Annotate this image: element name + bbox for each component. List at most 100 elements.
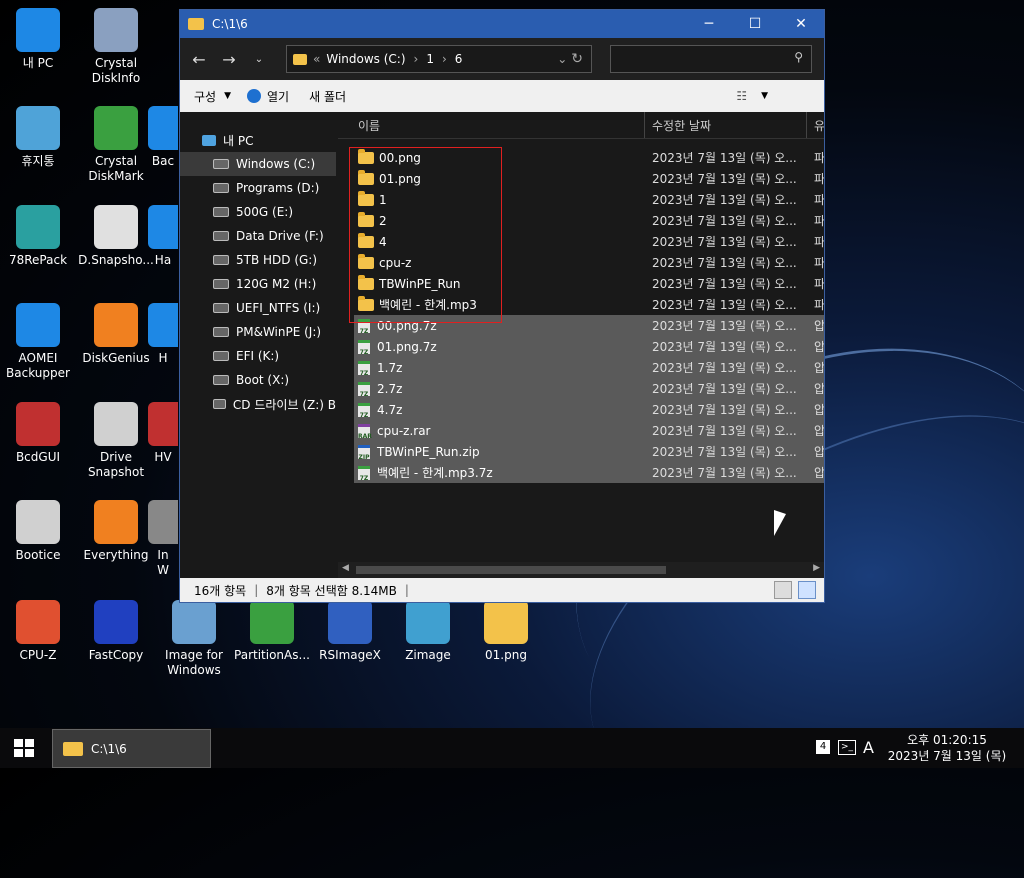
recent-dropdown-button[interactable]: ⌄ (244, 54, 274, 65)
desktop-icon[interactable]: 내 PC (0, 8, 76, 71)
desktop-icon[interactable]: Everything (78, 500, 154, 563)
file-row[interactable]: 7Z 4.7z 2023년 7월 13일 (목) 오... 압 (354, 399, 824, 420)
desktop-icon-label: 78RePack (8, 253, 68, 267)
app-icon (484, 600, 528, 644)
drive-icon (213, 327, 229, 337)
address-bar[interactable]: « Windows (C:) › 1 › 6 ⌄ ↻ (286, 45, 592, 73)
desktop-icon[interactable]: DiskGenius (78, 303, 154, 366)
console-icon[interactable]: >_ (838, 740, 856, 755)
desktop-icon[interactable]: Bootice (0, 500, 76, 563)
desktop-icon[interactable]: Drive Snapshot (78, 402, 154, 480)
open-button[interactable]: 열기 (267, 88, 289, 105)
refresh-icon[interactable]: ↻ (571, 51, 583, 67)
tray-badge[interactable]: 4 (816, 740, 830, 754)
column-date[interactable]: 수정한 날짜 (652, 117, 711, 134)
breadcrumb-drive[interactable]: Windows (C:) (326, 52, 405, 66)
file-row[interactable]: 7Z 2.7z 2023년 7월 13일 (목) 오... 압 (354, 378, 824, 399)
minimize-button[interactable]: ─ (686, 10, 732, 38)
search-input[interactable]: ⚲ (610, 45, 812, 73)
desktop-icon-label: DiskGenius (82, 351, 150, 365)
nav-item[interactable]: Programs (D:) (180, 176, 336, 200)
desktop-icon-label: Image for Windows (165, 648, 223, 677)
address-dropdown-icon[interactable]: ⌄ (557, 52, 567, 66)
file-row[interactable]: 7Z 백예린 - 한계.mp3.7z 2023년 7월 13일 (목) 오... 압 (354, 462, 824, 483)
column-type[interactable]: 유 (814, 117, 824, 134)
file-row[interactable]: RAR cpu-z.rar 2023년 7월 13일 (목) 오... 압 (354, 420, 824, 441)
file-type: 파 (814, 214, 824, 228)
desktop-icon[interactable]: BcdGUI (0, 402, 76, 465)
drive-icon (213, 207, 229, 217)
desktop-icon[interactable]: 78RePack (0, 205, 76, 268)
desktop-icon[interactable]: CPU-Z (0, 600, 76, 663)
mouse-cursor-icon (774, 510, 786, 536)
file-row[interactable]: 7Z 01.png.7z 2023년 7월 13일 (목) 오... 압 (354, 336, 824, 357)
desktop-icon[interactable]: PartitionAs... (234, 600, 310, 663)
desktop-icon[interactable]: H (148, 303, 178, 366)
file-row[interactable]: ZIP TBWinPE_Run.zip 2023년 7월 13일 (목) 오... 압 (354, 441, 824, 462)
start-windows-icon[interactable] (14, 739, 34, 757)
desktop-icon[interactable]: Ha (148, 205, 178, 268)
nav-item[interactable]: PM&WinPE (J:) (180, 320, 336, 344)
view-dropdown-icon[interactable]: ▼ (761, 91, 768, 101)
nav-item[interactable]: 내 PC (180, 128, 336, 152)
scrollbar-thumb[interactable] (356, 566, 666, 574)
desktop-icon-label: AOMEI Backupper (6, 351, 70, 380)
desktop-icon[interactable]: In W (148, 500, 178, 578)
new-folder-button[interactable]: 새 폴더 (309, 88, 346, 105)
nav-item[interactable]: 5TB HDD (G:) (180, 248, 336, 272)
desktop-icon[interactable]: HV (148, 402, 178, 465)
nav-item[interactable]: Boot (X:) (180, 368, 336, 392)
nav-item[interactable]: 500G (E:) (180, 200, 336, 224)
app-icon (94, 303, 138, 347)
file-date: 2023년 7월 13일 (목) 오... (652, 298, 797, 312)
desktop-icon[interactable]: RSImageX (312, 600, 388, 663)
desktop-icon[interactable]: D.Snapsho... (78, 205, 154, 268)
maximize-button[interactable]: ☐ (732, 10, 778, 38)
horizontal-scrollbar[interactable]: ◀ ▶ (338, 562, 824, 578)
desktop-icon[interactable]: Bac (148, 106, 178, 169)
nav-item[interactable]: Data Drive (F:) (180, 224, 336, 248)
organize-button[interactable]: 구성 (194, 88, 216, 105)
details-view-icon[interactable] (774, 581, 792, 599)
desktop-icon[interactable]: 휴지통 (0, 106, 76, 169)
desktop-icon[interactable]: AOMEI Backupper (0, 303, 76, 381)
close-button[interactable]: ✕ (778, 10, 824, 38)
desktop-icon[interactable]: 01.png (468, 600, 544, 663)
nav-item[interactable]: UEFI_NTFS (I:) (180, 296, 336, 320)
desktop-icon[interactable]: Crystal DiskInfo (78, 8, 154, 86)
nav-item[interactable]: 120G M2 (H:) (180, 272, 336, 296)
taskbar-explorer-button[interactable]: C:\1\6 (52, 729, 211, 768)
file-row[interactable]: 7Z 1.7z 2023년 7월 13일 (목) 오... 압 (354, 357, 824, 378)
desktop-icon[interactable]: Crystal DiskMark (78, 106, 154, 184)
nav-item[interactable]: Windows (C:) (180, 152, 336, 176)
file-date: 2023년 7월 13일 (목) 오... (652, 172, 797, 186)
ime-indicator[interactable]: A (863, 738, 874, 757)
file-date: 2023년 7월 13일 (목) 오... (652, 256, 797, 270)
scroll-left-icon[interactable]: ◀ (342, 563, 349, 573)
desktop-icon[interactable]: Zimage (390, 600, 466, 663)
clock[interactable]: 오후 01:20:15 2023년 7월 13일 (목) (884, 732, 1010, 764)
folder-icon (293, 53, 307, 65)
file-date: 2023년 7월 13일 (목) 오... (652, 361, 797, 375)
app-icon (148, 106, 178, 150)
desktop-icon[interactable]: Image for Windows (156, 600, 232, 678)
file-type: 압 (814, 340, 824, 354)
file-name-cell: 7Z 2.7z (358, 381, 402, 398)
nav-item[interactable]: CD 드라이브 (Z:) B (180, 392, 336, 416)
nav-item-label: 5TB HDD (G:) (236, 253, 318, 267)
column-name[interactable]: 이름 (358, 117, 380, 134)
app-icon (16, 8, 60, 52)
view-options-icon[interactable]: ☷ (736, 89, 747, 103)
desktop-icon[interactable]: FastCopy (78, 600, 154, 663)
back-button[interactable]: ← (184, 50, 214, 69)
file-date: 2023년 7월 13일 (목) 오... (652, 214, 797, 228)
desktop-icon-label: HV (154, 450, 172, 464)
scroll-right-icon[interactable]: ▶ (813, 563, 820, 573)
nav-item[interactable]: EFI (K:) (180, 344, 336, 368)
large-icons-view-icon[interactable] (798, 581, 816, 599)
title-bar[interactable]: C:\1\6 ─ ☐ ✕ (180, 10, 824, 38)
desktop-icon-label: Zimage (405, 648, 451, 662)
breadcrumb-folder-6[interactable]: 6 (455, 52, 463, 66)
breadcrumb-folder-1[interactable]: 1 (426, 52, 434, 66)
forward-button[interactable]: → (214, 50, 244, 69)
